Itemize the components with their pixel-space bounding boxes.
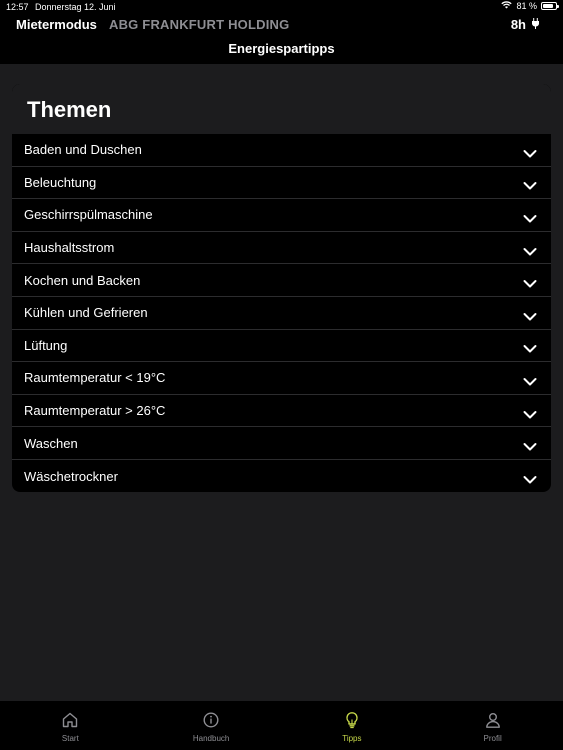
chevron-down-icon[interactable] xyxy=(523,439,537,451)
home-icon xyxy=(61,711,79,734)
tab-label: Start xyxy=(61,734,79,743)
status-date: Donnerstag 12. Juni xyxy=(35,2,116,12)
theme-label: Baden und Duschen xyxy=(24,142,142,158)
theme-row[interactable]: Kochen und Backen xyxy=(12,264,551,297)
battery-level xyxy=(543,4,553,8)
theme-label: Kochen und Backen xyxy=(24,272,141,288)
theme-label: Raumtemperatur < 19°C xyxy=(24,370,166,386)
chevron-down-icon[interactable] xyxy=(523,210,537,223)
theme-label: Kühlen und Gefrieren xyxy=(24,305,148,321)
lightbulb-icon xyxy=(343,711,361,734)
theme-label: Lüftung xyxy=(24,337,68,353)
tab-label: Tipps xyxy=(342,734,362,743)
chevron-down-icon[interactable] xyxy=(523,308,537,321)
hours-value: 8h xyxy=(510,17,526,32)
chevron-down-icon[interactable] xyxy=(523,472,537,484)
theme-label: Waschen xyxy=(24,435,78,451)
theme-row[interactable]: Baden und Duschen xyxy=(12,134,551,167)
mode-label: Mietermodus xyxy=(16,17,97,32)
person-icon xyxy=(484,711,502,734)
plug-icon xyxy=(532,17,539,32)
info-icon xyxy=(202,711,220,734)
tab-tipps[interactable]: Tipps xyxy=(282,701,423,750)
theme-row[interactable]: Geschirrspülmaschine xyxy=(12,199,551,232)
status-indicators: 81 % xyxy=(501,1,559,11)
organization-label: ABG FRANKFURT HOLDING xyxy=(109,17,290,32)
chevron-down-icon[interactable] xyxy=(523,145,537,158)
chevron-down-icon[interactable] xyxy=(523,406,537,419)
themes-card: Themen Baden und Duschen Beleuchtung Gesch… xyxy=(12,84,551,492)
theme-row[interactable]: Haushaltsstrom xyxy=(12,232,551,265)
battery-icon xyxy=(541,2,559,10)
tab-label: Handbuch xyxy=(192,734,230,743)
tab-label: Profil xyxy=(483,734,502,743)
chevron-down-icon[interactable] xyxy=(523,341,537,353)
status-bar: 12:57 Donnerstag 12. Juni 81 % xyxy=(0,0,563,14)
chevron-down-icon[interactable] xyxy=(523,243,537,256)
theme-label: Raumtemperatur > 26°C xyxy=(24,403,166,419)
theme-row[interactable]: Beleuchtung xyxy=(12,167,551,200)
page-title: Energiespartipps xyxy=(228,41,335,56)
theme-row[interactable]: Waschen xyxy=(12,427,551,460)
themes-list: Baden und Duschen Beleuchtung Geschirrspül… xyxy=(12,134,551,492)
tab-start[interactable]: Start xyxy=(0,701,141,750)
theme-label: Beleuchtung xyxy=(24,174,97,190)
chevron-down-icon[interactable] xyxy=(523,276,537,288)
app-header: Mietermodus ABG FRANKFURT HOLDING 8h Ene… xyxy=(0,14,563,64)
battery-text: 81 % xyxy=(516,1,537,11)
chevron-down-icon[interactable] xyxy=(523,373,537,386)
theme-label: Wäschetrockner xyxy=(24,468,118,484)
theme-row[interactable]: Wäschetrockner xyxy=(12,460,551,492)
theme-row[interactable]: Raumtemperatur < 19°C xyxy=(12,362,551,395)
themes-card-header: Themen xyxy=(12,84,551,134)
theme-label: Haushaltsstrom xyxy=(24,240,115,256)
tab-profil[interactable]: Profil xyxy=(422,701,563,750)
theme-label: Geschirrspülmaschine xyxy=(24,207,153,223)
chevron-down-icon[interactable] xyxy=(523,178,537,190)
theme-row[interactable]: Kühlen und Gefrieren xyxy=(12,297,551,330)
theme-row[interactable]: Raumtemperatur > 26°C xyxy=(12,395,551,428)
themes-heading: Themen xyxy=(27,97,112,122)
hours-indicator: 8h xyxy=(511,17,539,32)
tab-bar: Start Handbuch Tipps Profil xyxy=(0,700,563,750)
status-time: 12:57 xyxy=(6,2,29,12)
tab-handbuch[interactable]: Handbuch xyxy=(141,701,282,750)
wifi-icon xyxy=(501,1,513,11)
theme-row[interactable]: Lüftung xyxy=(12,330,551,363)
